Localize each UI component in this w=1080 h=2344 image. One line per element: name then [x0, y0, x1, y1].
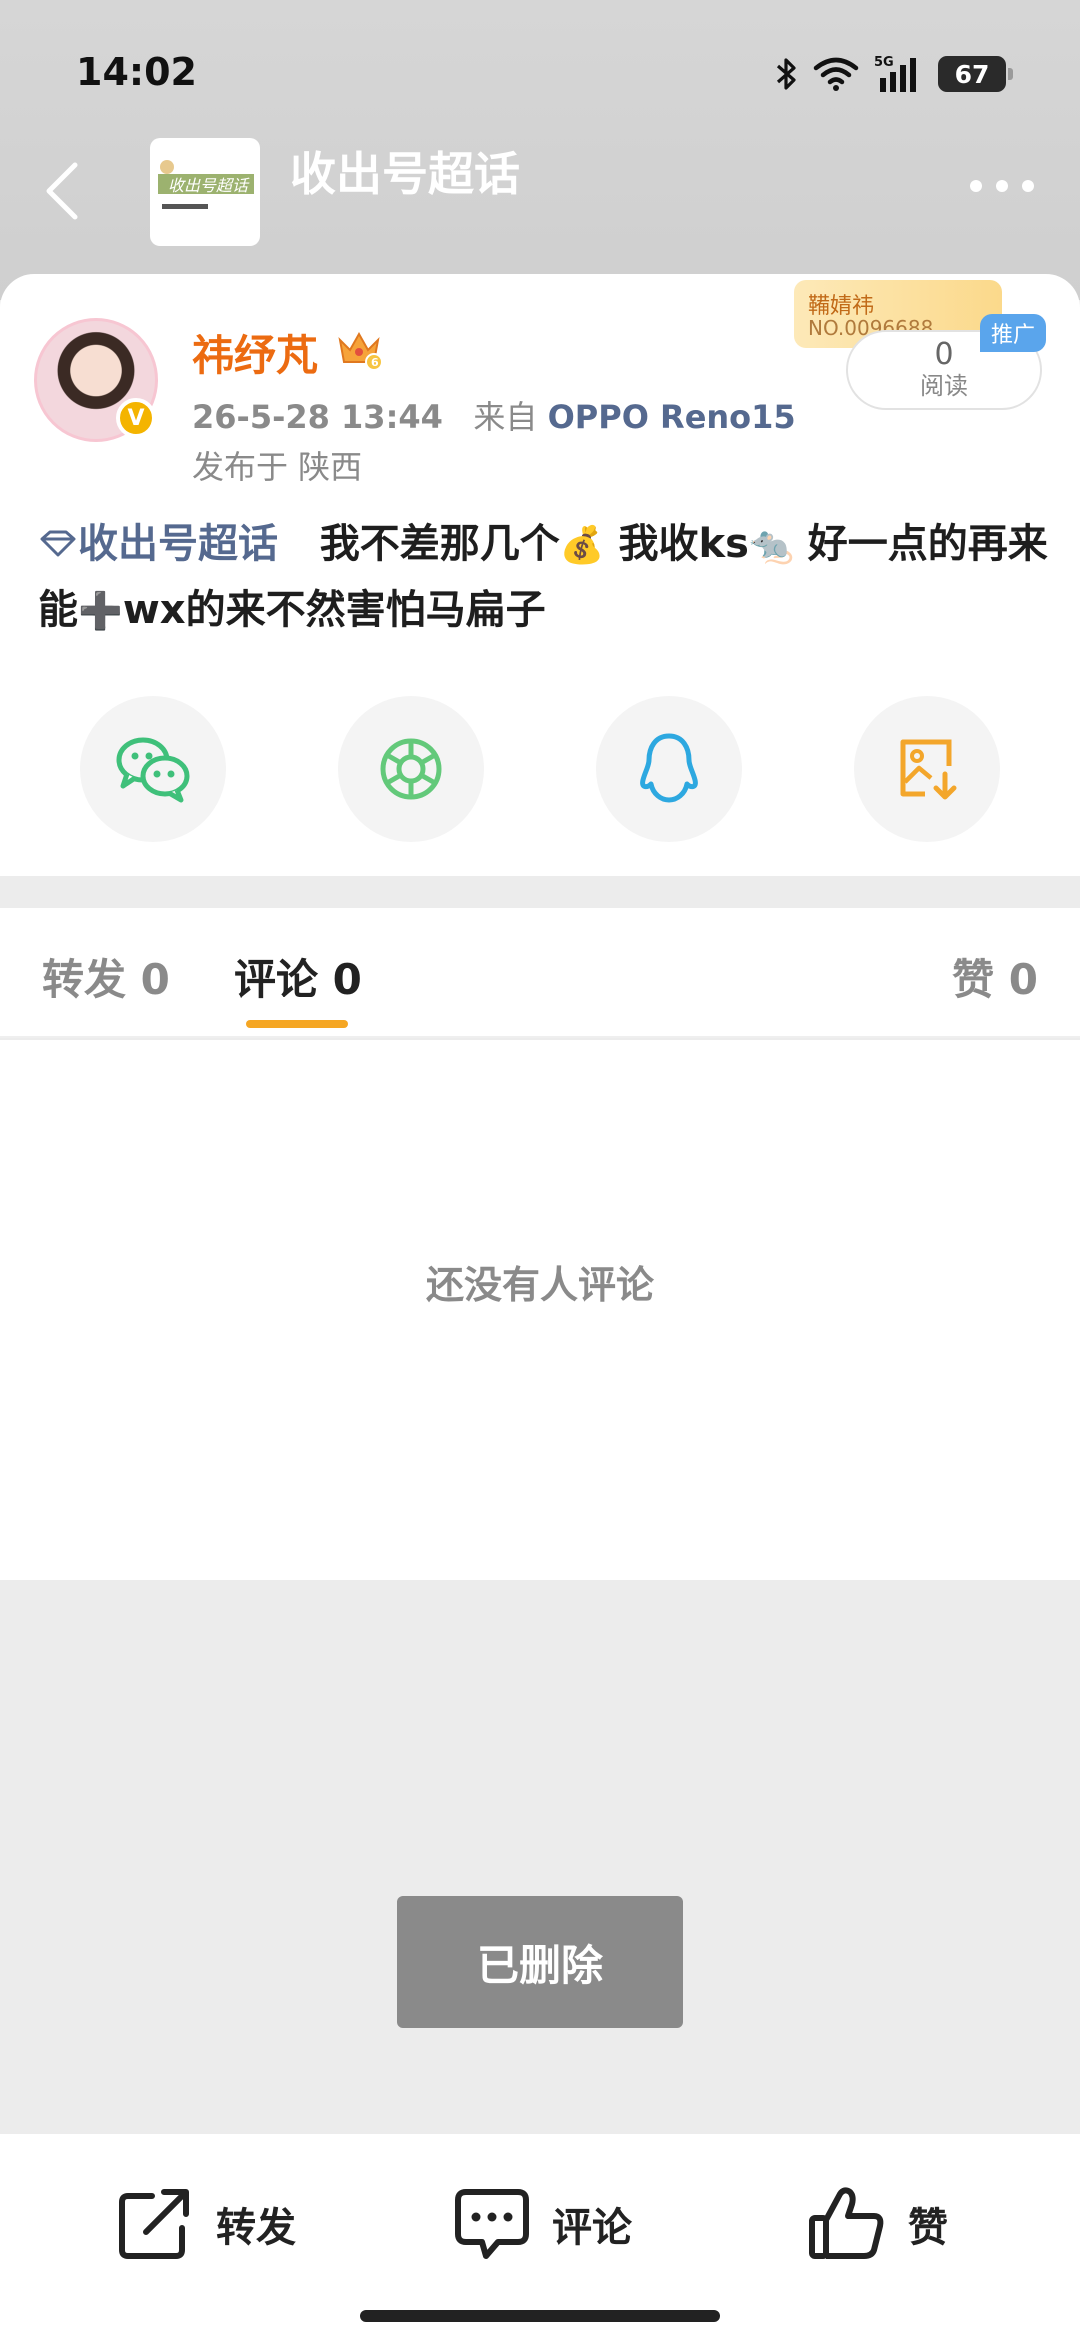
topic-link-text: 收出号超话	[78, 521, 278, 567]
post-meta: 26-5-28 13:44 来自 OPPO Reno15	[192, 392, 796, 438]
chevron-left-icon	[46, 162, 78, 220]
post-text-1: 我不差那几个	[319, 521, 560, 567]
svg-text:5G: 5G	[874, 55, 894, 70]
topic-thumbnail[interactable]: 收出号超话	[150, 138, 260, 246]
share-qq-button[interactable]	[596, 696, 742, 842]
save-image-icon	[900, 739, 957, 800]
share-arrow-icon	[119, 2189, 189, 2259]
tab-repost[interactable]: 转发 0	[42, 946, 170, 1007]
signal-5g-icon: 5G	[874, 55, 916, 92]
plus-emoji: ➕	[78, 591, 123, 632]
interaction-tabs: 转发 0 评论 0 赞 0	[0, 908, 1080, 1038]
post-body: 收出号超话 我不差那几个💰 我收ks🐀 好一点的再来 能➕wx的来不然害怕马扁子	[38, 512, 1048, 644]
share-moments-button[interactable]	[338, 696, 484, 842]
money-bag-emoji: 💰	[559, 525, 605, 566]
post-location: 发布于 陕西	[192, 448, 363, 486]
comment-button[interactable]: 评论	[452, 2184, 632, 2264]
back-button[interactable]	[36, 158, 86, 224]
more-dot	[1022, 180, 1034, 192]
save-image-button[interactable]	[854, 696, 1000, 842]
post-time: 26-5-28 13:44	[192, 398, 443, 436]
promo-tag[interactable]: 推广	[980, 314, 1046, 352]
active-tab-indicator	[246, 1020, 348, 1028]
post-text-4: wx的来不然害怕马扁子	[122, 587, 546, 633]
more-button[interactable]	[970, 180, 1034, 192]
empty-comments-text: 还没有人评论	[425, 1263, 654, 1307]
repost-button[interactable]: 转发	[116, 2184, 296, 2264]
status-icons: 5G 67	[774, 52, 1013, 96]
thumbnail-subline	[162, 204, 208, 209]
share-wechat-button[interactable]	[80, 696, 226, 842]
thumbnail-band: 收出号超话	[158, 174, 254, 195]
more-dot	[996, 180, 1008, 192]
status-time: 14:02	[76, 50, 197, 94]
like-label: 赞	[908, 2205, 948, 2251]
battery-indicator: 67	[938, 56, 1013, 92]
deleted-toast: 已删除	[397, 1896, 683, 2028]
comments-area: 还没有人评论	[0, 1040, 1080, 1580]
share-row	[80, 696, 1000, 842]
username[interactable]: 祎纾芃	[192, 322, 318, 383]
bluetooth-icon	[776, 58, 796, 90]
source-prefix: 来自	[473, 398, 538, 436]
post-source[interactable]: OPPO Reno15	[548, 398, 796, 436]
tab-like[interactable]: 赞 0	[952, 946, 1038, 1007]
moments-icon	[380, 738, 442, 800]
read-label: 阅读	[920, 372, 968, 400]
top-header: 14:02 5G 67 收出号超话 收出号超话	[0, 0, 1080, 300]
topic-title[interactable]: 收出号超话	[290, 138, 520, 204]
wechat-icon	[116, 737, 190, 803]
svg-text:6: 6	[371, 356, 379, 369]
wifi-icon	[813, 57, 859, 91]
diamond-icon	[40, 530, 76, 557]
thumbnail-text: 收出号超话	[168, 176, 249, 195]
rat-emoji: 🐀	[748, 525, 794, 566]
home-indicator[interactable]	[360, 2310, 720, 2322]
verified-badge-icon: V	[116, 398, 156, 438]
topic-link[interactable]: 收出号超话	[38, 521, 278, 567]
qq-icon	[640, 733, 698, 803]
like-button[interactable]: 赞	[808, 2184, 948, 2264]
battery-level: 67	[954, 59, 990, 89]
comment-label: 评论	[552, 2205, 632, 2251]
post-text-2: 我收ks	[618, 521, 749, 567]
vip-crown-icon: 6	[338, 331, 382, 371]
tab-comment[interactable]: 评论 0	[234, 946, 362, 1007]
comment-bubble-icon	[455, 2189, 529, 2259]
more-dot	[970, 180, 982, 192]
repost-label: 转发	[216, 2205, 296, 2251]
thumbs-up-icon	[809, 2187, 884, 2259]
